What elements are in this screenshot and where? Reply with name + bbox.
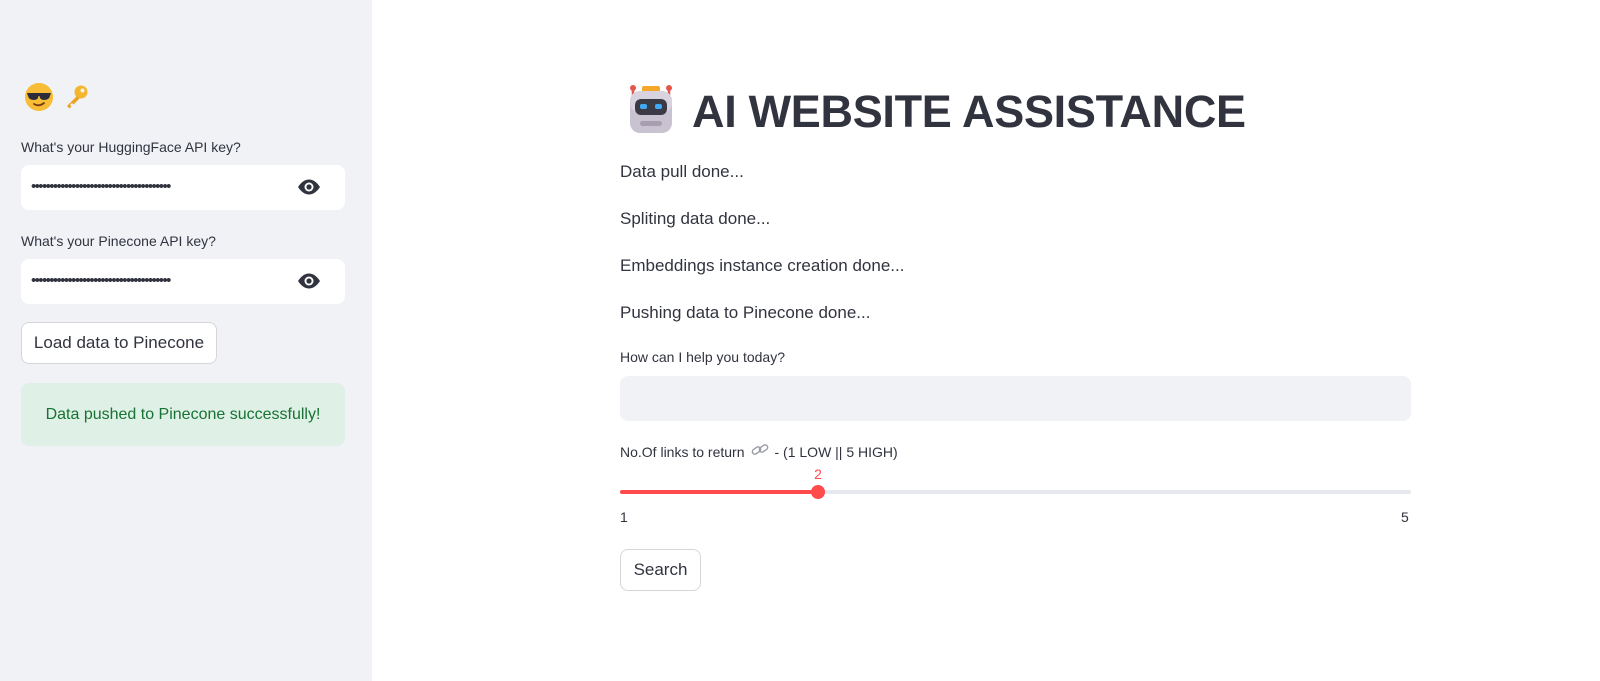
page-title: AI WEBSITE ASSISTANCE	[692, 86, 1246, 137]
slider-max-label: 5	[1401, 509, 1409, 525]
status-data-pull: Data pull done...	[620, 162, 744, 181]
key-emoji-icon	[62, 83, 90, 116]
link-icon	[751, 443, 769, 460]
sunglasses-emoji-icon	[24, 82, 54, 117]
slider-fill	[620, 490, 818, 494]
links-slider-label: No.Of links to return - (1 LOW || 5 HIGH…	[620, 443, 898, 460]
links-slider-label-suffix: - (1 LOW || 5 HIGH)	[774, 443, 898, 460]
robot-emoji-icon	[624, 83, 678, 142]
search-button[interactable]: Search	[620, 549, 701, 591]
show-password-eye-icon[interactable]	[297, 272, 321, 290]
success-alert: Data pushed to Pinecone successfully!	[21, 383, 345, 446]
pinecone-key-value: ••••••••••••••••••••••••••••••••••••••	[31, 272, 171, 289]
status-pushing: Pushing data to Pinecone done...	[620, 303, 871, 322]
sidebar-emoji-row	[24, 82, 90, 117]
page-header: AI WEBSITE ASSISTANCE	[624, 82, 1246, 142]
status-embeddings: Embeddings instance creation done...	[620, 256, 905, 275]
show-password-eye-icon[interactable]	[297, 178, 321, 196]
status-splitting: Spliting data done...	[620, 209, 771, 228]
huggingface-key-value: ••••••••••••••••••••••••••••••••••••••	[31, 178, 171, 195]
pinecone-key-field[interactable]: ••••••••••••••••••••••••••••••••••••••	[21, 259, 345, 304]
links-slider[interactable]: 2	[620, 466, 1411, 512]
question-label: How can I help you today?	[620, 349, 785, 365]
slider-thumb[interactable]	[811, 485, 825, 499]
question-input[interactable]	[620, 376, 1411, 421]
slider-value: 2	[814, 466, 822, 482]
sidebar: What's your HuggingFace API key? •••••••…	[0, 0, 372, 681]
pinecone-key-label: What's your Pinecone API key?	[21, 233, 216, 249]
huggingface-key-field[interactable]: ••••••••••••••••••••••••••••••••••••••	[21, 165, 345, 210]
huggingface-key-label: What's your HuggingFace API key?	[21, 139, 241, 155]
slider-min-label: 1	[620, 509, 628, 525]
load-data-button[interactable]: Load data to Pinecone	[21, 322, 217, 364]
links-slider-label-prefix: No.Of links to return	[620, 443, 745, 460]
